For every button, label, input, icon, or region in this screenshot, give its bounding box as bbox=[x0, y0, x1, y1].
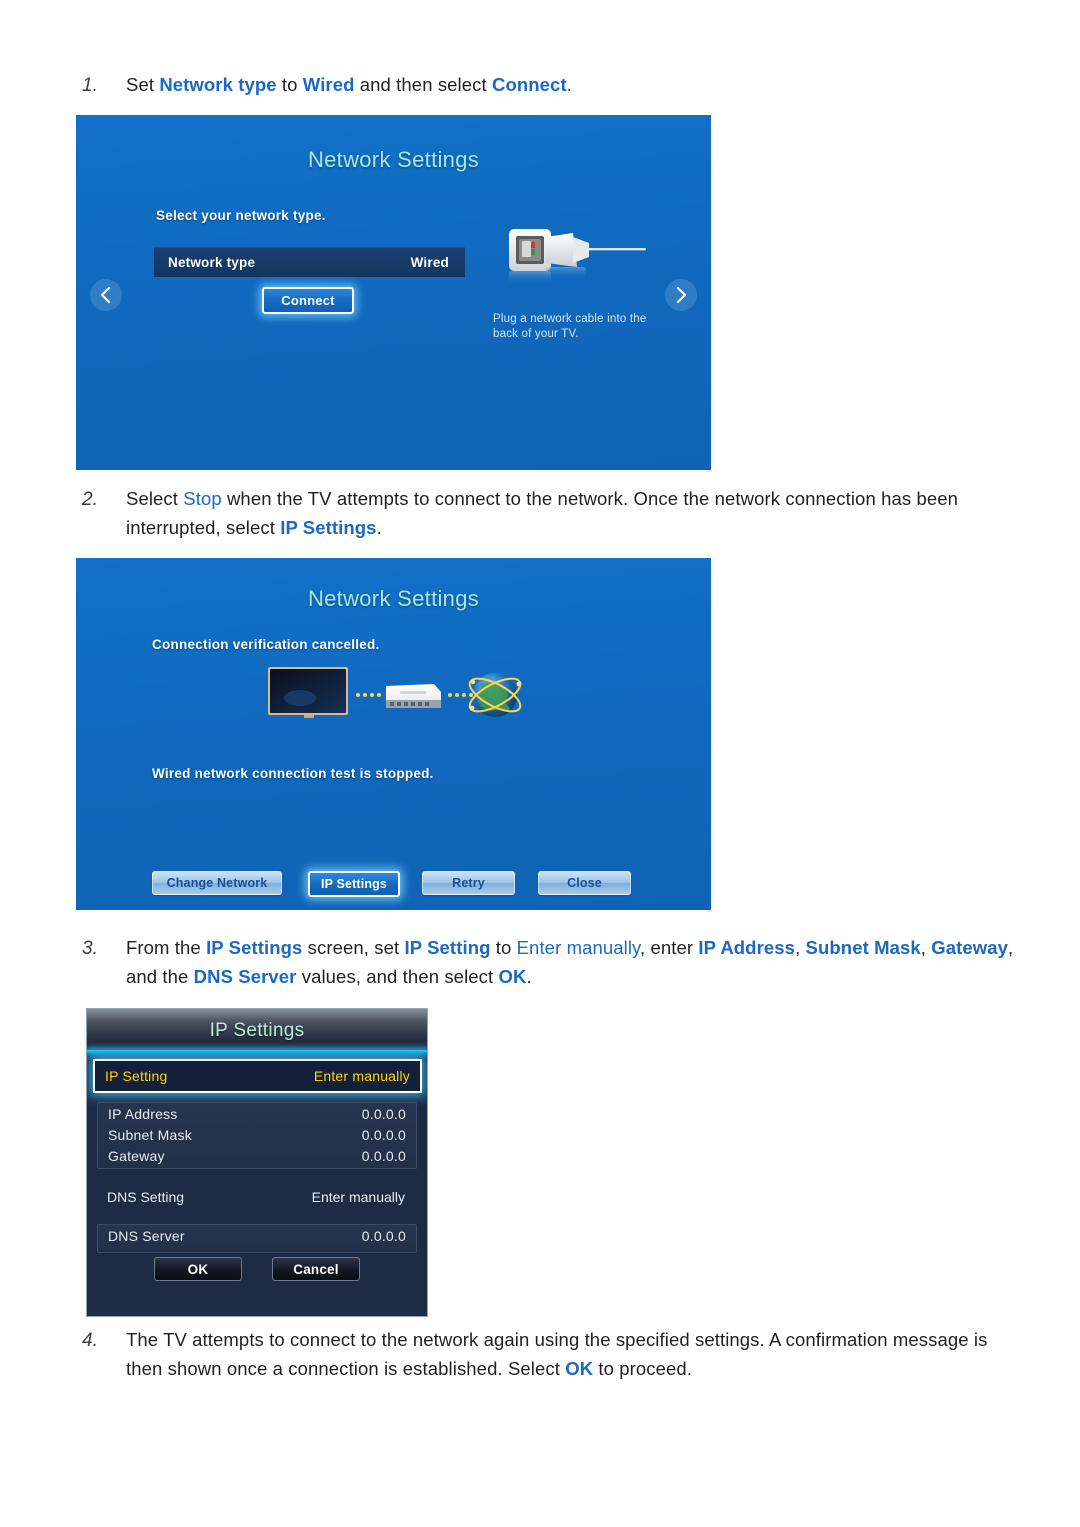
text-run: OK bbox=[565, 1358, 594, 1379]
gateway-label: Gateway bbox=[108, 1147, 165, 1164]
step-1-text: Set Network type to Wired and then selec… bbox=[126, 70, 1017, 100]
ip-setting-label: IP Setting bbox=[105, 1068, 168, 1084]
text-run: Connect bbox=[492, 74, 567, 95]
dns-setting-value: Enter manually bbox=[311, 1189, 405, 1205]
step-4: 4. The TV attempts to connect to the net… bbox=[82, 1325, 1017, 1383]
text-run: From the bbox=[126, 937, 207, 958]
text-run: and then select bbox=[354, 74, 492, 95]
text-run: to bbox=[276, 74, 303, 95]
screen2-title: Network Settings bbox=[307, 586, 480, 611]
screen2-status-bottom: Wired network connection test is stopped… bbox=[152, 766, 434, 781]
step-2-number: 2. bbox=[82, 489, 98, 510]
text-run: to bbox=[490, 937, 517, 958]
step-1: 1. Set Network type to Wired and then se… bbox=[82, 70, 1017, 100]
retry-button[interactable]: Retry bbox=[422, 871, 515, 895]
text-run: Select bbox=[126, 488, 184, 509]
text-run: , bbox=[795, 937, 806, 958]
step-3-text: From the IP Settings screen, set IP Sett… bbox=[126, 933, 1017, 991]
text-run: , enter bbox=[640, 937, 699, 958]
subnet-mask-label: Subnet Mask bbox=[108, 1126, 192, 1143]
dns-setting-label: DNS Setting bbox=[107, 1189, 185, 1205]
text-run: . bbox=[566, 74, 572, 95]
step-4-number: 4. bbox=[82, 1330, 98, 1351]
connect-button[interactable]: Connect bbox=[262, 287, 354, 314]
dns-server-label: DNS Server bbox=[108, 1227, 185, 1244]
step-3: 3. From the IP Settings screen, set IP S… bbox=[82, 933, 1017, 991]
network-type-row[interactable]: Network type Wired bbox=[154, 247, 465, 277]
text-run: IP Settings bbox=[280, 517, 377, 538]
step-4-text: The TV attempts to connect to the networ… bbox=[126, 1325, 1017, 1383]
subnet-mask-value: 0.0.0.0 bbox=[361, 1126, 406, 1143]
network-settings-screen-1: Network Settings Select your network typ… bbox=[76, 115, 711, 470]
text-run: OK bbox=[498, 966, 527, 987]
ip-settings-title: IP Settings bbox=[209, 1020, 305, 1041]
ip-address-group: IP Address 0.0.0.0 Subnet Mask 0.0.0.0 G… bbox=[97, 1102, 417, 1169]
gateway-value: 0.0.0.0 bbox=[361, 1147, 406, 1164]
text-run: Stop bbox=[183, 488, 222, 509]
step-2-text: Select Stop when the TV attempts to conn… bbox=[126, 484, 1017, 542]
text-run: Subnet Mask bbox=[805, 937, 921, 958]
ip-dialog-button-row: OK Cancel bbox=[87, 1257, 427, 1281]
text-run: values, and then select bbox=[296, 966, 499, 987]
text-run: Enter manually bbox=[516, 937, 641, 958]
step-1-number: 1. bbox=[82, 75, 98, 96]
network-type-label: Network type bbox=[168, 254, 256, 270]
text-run: . bbox=[526, 966, 532, 987]
dns-server-row[interactable]: DNS Server 0.0.0.0 bbox=[98, 1225, 416, 1246]
gateway-row[interactable]: Gateway 0.0.0.0 bbox=[98, 1145, 416, 1166]
text-run: Wired bbox=[302, 74, 355, 95]
text-run: Set bbox=[126, 74, 160, 95]
step-2: 2. Select Stop when the TV attempts to c… bbox=[82, 484, 1017, 542]
text-run: . bbox=[376, 517, 382, 538]
change-network-button[interactable]: Change Network bbox=[152, 871, 282, 895]
ip-settings-dialog: IP Settings IP Setting Enter manually IP… bbox=[86, 1008, 428, 1317]
dns-server-value: 0.0.0.0 bbox=[361, 1227, 406, 1244]
cancel-button[interactable]: Cancel bbox=[272, 1257, 360, 1281]
text-run: IP Address bbox=[698, 937, 796, 958]
screen1-subtitle: Select your network type. bbox=[156, 208, 326, 223]
ip-address-label: IP Address bbox=[108, 1105, 178, 1122]
subnet-mask-row[interactable]: Subnet Mask 0.0.0.0 bbox=[98, 1124, 416, 1145]
ip-address-value: 0.0.0.0 bbox=[361, 1105, 406, 1122]
screen2-status-top: Connection verification cancelled. bbox=[152, 637, 380, 652]
ip-setting-row[interactable]: IP Setting Enter manually bbox=[93, 1059, 422, 1093]
text-run: to proceed. bbox=[593, 1358, 693, 1379]
chevron-left-icon[interactable] bbox=[90, 279, 122, 311]
text-run: Gateway bbox=[931, 937, 1009, 958]
step-3-number: 3. bbox=[82, 938, 98, 959]
text-run: DNS Server bbox=[193, 966, 297, 987]
text-run: screen, set bbox=[302, 937, 405, 958]
network-settings-screen-2: Network Settings Connection verification… bbox=[76, 558, 711, 910]
ip-settings-titlebar: IP Settings bbox=[87, 1009, 427, 1053]
screen1-title: Network Settings bbox=[307, 147, 480, 172]
text-run: when the TV attempts to connect to the n… bbox=[126, 488, 958, 538]
text-run: , bbox=[920, 937, 932, 958]
chevron-right-icon[interactable] bbox=[665, 279, 697, 311]
dns-setting-row[interactable]: DNS Setting Enter manually bbox=[97, 1186, 415, 1208]
text-run: Network type bbox=[159, 74, 277, 95]
dns-server-group: DNS Server 0.0.0.0 bbox=[97, 1224, 417, 1253]
text-run: IP Settings bbox=[206, 937, 303, 958]
ip-settings-button[interactable]: IP Settings bbox=[308, 871, 400, 897]
tv-router-internet-diagram bbox=[266, 664, 526, 726]
network-cable-illustration bbox=[491, 223, 661, 288]
close-button[interactable]: Close bbox=[538, 871, 631, 895]
ip-address-row[interactable]: IP Address 0.0.0.0 bbox=[98, 1103, 416, 1124]
ok-button[interactable]: OK bbox=[154, 1257, 242, 1281]
cable-hint-text: Plug a network cable into the back of yo… bbox=[493, 313, 647, 340]
network-type-value: Wired bbox=[410, 254, 449, 270]
ip-setting-value: Enter manually bbox=[313, 1068, 410, 1084]
text-run: IP Setting bbox=[404, 937, 491, 958]
text-run: The TV attempts to connect to the networ… bbox=[126, 1329, 988, 1379]
